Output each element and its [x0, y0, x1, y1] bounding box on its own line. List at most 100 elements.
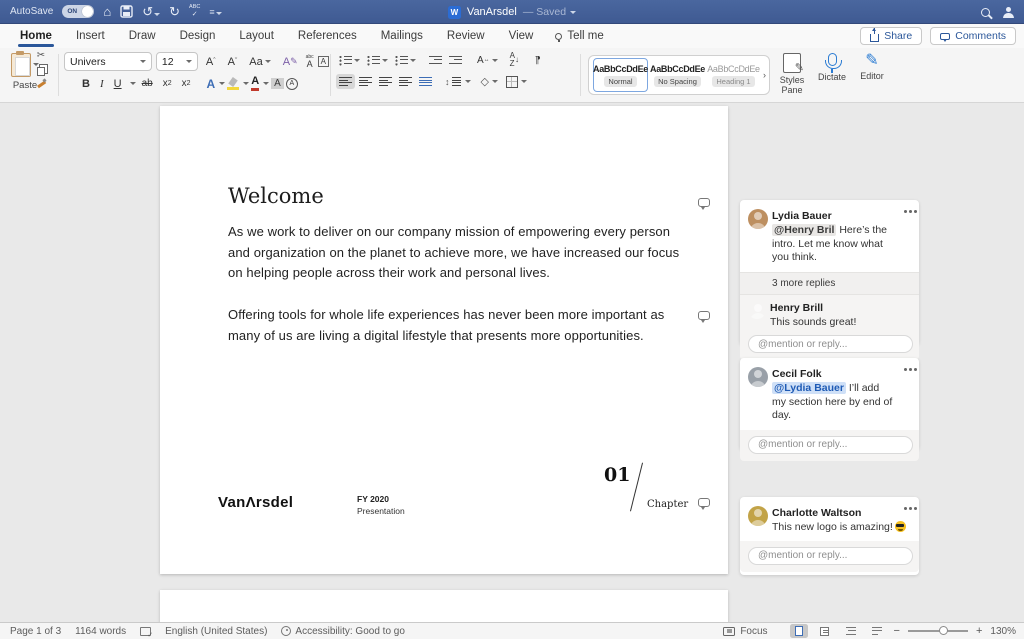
account-icon[interactable]	[1003, 6, 1014, 18]
print-layout-view-button[interactable]	[789, 624, 808, 638]
shrink-font-button[interactable]: Aˇ	[224, 55, 242, 69]
underline-button[interactable]: U	[110, 77, 126, 91]
style-normal[interactable]: AaBbCcDdEe Normal	[593, 58, 648, 92]
document-page-1[interactable]: Welcome As we work to deliver on our com…	[160, 106, 728, 574]
page-indicator[interactable]: Page 1 of 3	[10, 626, 61, 637]
home-icon[interactable]: ⌂	[103, 5, 111, 18]
comment-anchor-icon[interactable]	[698, 198, 710, 210]
enclose-character-button[interactable]: A	[285, 77, 298, 90]
grow-font-button[interactable]: Aˆ	[202, 55, 220, 69]
character-border-button[interactable]: A	[317, 56, 330, 67]
decrease-indent-button[interactable]	[426, 53, 445, 68]
comment-anchor-icon[interactable]	[698, 498, 710, 510]
subscript-button[interactable]: x2	[159, 77, 176, 90]
superscript-button[interactable]: x2	[178, 77, 195, 90]
zoom-level[interactable]: 130%	[990, 626, 1016, 637]
distribute-button[interactable]	[416, 74, 435, 89]
borders-button[interactable]	[505, 75, 518, 88]
character-shading-button[interactable]: A	[271, 78, 284, 89]
tab-mailings[interactable]: Mailings	[369, 26, 435, 47]
style-heading-1[interactable]: AaBbCcDdEe Heading 1	[707, 58, 760, 92]
share-button[interactable]: Share	[860, 27, 923, 45]
strikethrough-button[interactable]: ab	[138, 77, 157, 90]
dictate-button[interactable]: Dictate	[812, 53, 852, 82]
zoom-slider-knob[interactable]	[939, 626, 949, 636]
outline-view-button[interactable]	[842, 624, 860, 638]
zoom-slider[interactable]	[907, 626, 968, 636]
font-size-select[interactable]: 12	[155, 52, 198, 71]
reply-input[interactable]	[748, 435, 913, 454]
tab-home[interactable]: Home	[8, 26, 64, 47]
tab-design[interactable]: Design	[168, 26, 228, 47]
styles-gallery-expand[interactable]: ›	[763, 70, 766, 80]
italic-button[interactable]: I	[96, 77, 108, 91]
format-painter-icon[interactable]	[36, 79, 46, 89]
document-page-2[interactable]	[160, 590, 728, 622]
redo-icon[interactable]: ↻	[169, 5, 180, 18]
tab-review[interactable]: Review	[435, 26, 497, 47]
zoom-out-button[interactable]: −	[894, 625, 900, 637]
reply-input[interactable]	[748, 546, 913, 565]
focus-button[interactable]: Focus	[723, 626, 768, 637]
more-replies-link[interactable]: 3 more replies	[740, 271, 919, 295]
comment-anchor-icon[interactable]	[698, 311, 710, 323]
save-icon[interactable]	[120, 5, 133, 18]
shading-button[interactable]: ◇	[481, 75, 489, 88]
asian-layout-button[interactable]: A ↔	[473, 54, 502, 67]
web-layout-view-button[interactable]	[816, 624, 834, 638]
numbered-list-button[interactable]	[364, 53, 391, 68]
font-name-select[interactable]: Univers	[64, 52, 152, 71]
clear-format-button[interactable]: A ✎	[279, 55, 302, 69]
document-paragraph-2[interactable]: Offering tools for whole life experience…	[228, 305, 683, 346]
comment-menu-icon[interactable]	[904, 210, 907, 213]
comment-menu-icon[interactable]	[904, 507, 907, 510]
zoom-in-button[interactable]: +	[976, 625, 982, 637]
tab-insert[interactable]: Insert	[64, 26, 117, 47]
style-no-spacing[interactable]: AaBbCcDdEe No Spacing	[650, 58, 705, 92]
increase-indent-button[interactable]	[446, 53, 465, 68]
paste-button[interactable]	[8, 51, 56, 77]
document-paragraph-1[interactable]: As we work to deliver on our company mis…	[228, 222, 683, 284]
document-title[interactable]: VanArsdel	[467, 6, 517, 18]
bullet-list-button[interactable]	[336, 53, 363, 68]
multilevel-list-button[interactable]	[392, 53, 419, 68]
editor-button[interactable]: ✎ Editor	[852, 53, 892, 82]
autosave-toggle[interactable]: ON	[62, 5, 95, 18]
accessibility-status[interactable]: Accessibility: Good to go	[281, 626, 405, 637]
saved-status[interactable]: — Saved	[523, 6, 577, 18]
styles-pane-button[interactable]: Styles Pane	[772, 53, 812, 95]
proofing-icon[interactable]	[140, 626, 153, 639]
align-left-button[interactable]	[336, 74, 355, 89]
customize-toolbar-icon[interactable]: ≡	[209, 7, 222, 17]
text-effects-button[interactable]: A	[207, 77, 216, 91]
mention-chip[interactable]: @Lydia Bauer	[772, 382, 846, 394]
show-marks-button[interactable]: ¶	[531, 54, 544, 67]
language-indicator[interactable]: English (United States)	[165, 626, 267, 637]
draft-view-button[interactable]	[868, 624, 886, 638]
spelling-grammar-icon[interactable]: ABC ✓	[189, 5, 200, 18]
comments-button[interactable]: Comments	[930, 27, 1016, 45]
cut-icon[interactable]: ✂	[37, 50, 45, 61]
tab-draw[interactable]: Draw	[117, 26, 168, 47]
word-count[interactable]: 1164 words	[75, 626, 126, 637]
document-heading[interactable]: Welcome	[228, 184, 324, 208]
align-right-button[interactable]	[376, 74, 395, 89]
align-center-button[interactable]	[356, 74, 375, 89]
tab-layout[interactable]: Layout	[227, 26, 286, 47]
tab-references[interactable]: References	[286, 26, 369, 47]
highlight-button[interactable]	[227, 78, 240, 90]
justify-button[interactable]	[396, 74, 415, 89]
phonetic-guide-button[interactable]: abc A	[306, 54, 314, 69]
font-color-button[interactable]: A	[251, 76, 260, 91]
bold-button[interactable]: B	[78, 77, 94, 91]
reply-input[interactable]	[748, 335, 913, 353]
tab-view[interactable]: View	[497, 26, 546, 47]
mention-chip[interactable]: @Henry Bril	[772, 224, 837, 236]
search-icon[interactable]	[981, 7, 990, 17]
line-spacing-button[interactable]: ↕	[445, 76, 471, 87]
sort-button[interactable]: A Z ↓	[510, 52, 519, 68]
undo-button[interactable]: ↺	[142, 5, 161, 19]
copy-icon[interactable]	[37, 67, 45, 76]
change-case-button[interactable]: Aa	[245, 55, 274, 69]
tell-me-button[interactable]: Tell me	[545, 30, 613, 42]
